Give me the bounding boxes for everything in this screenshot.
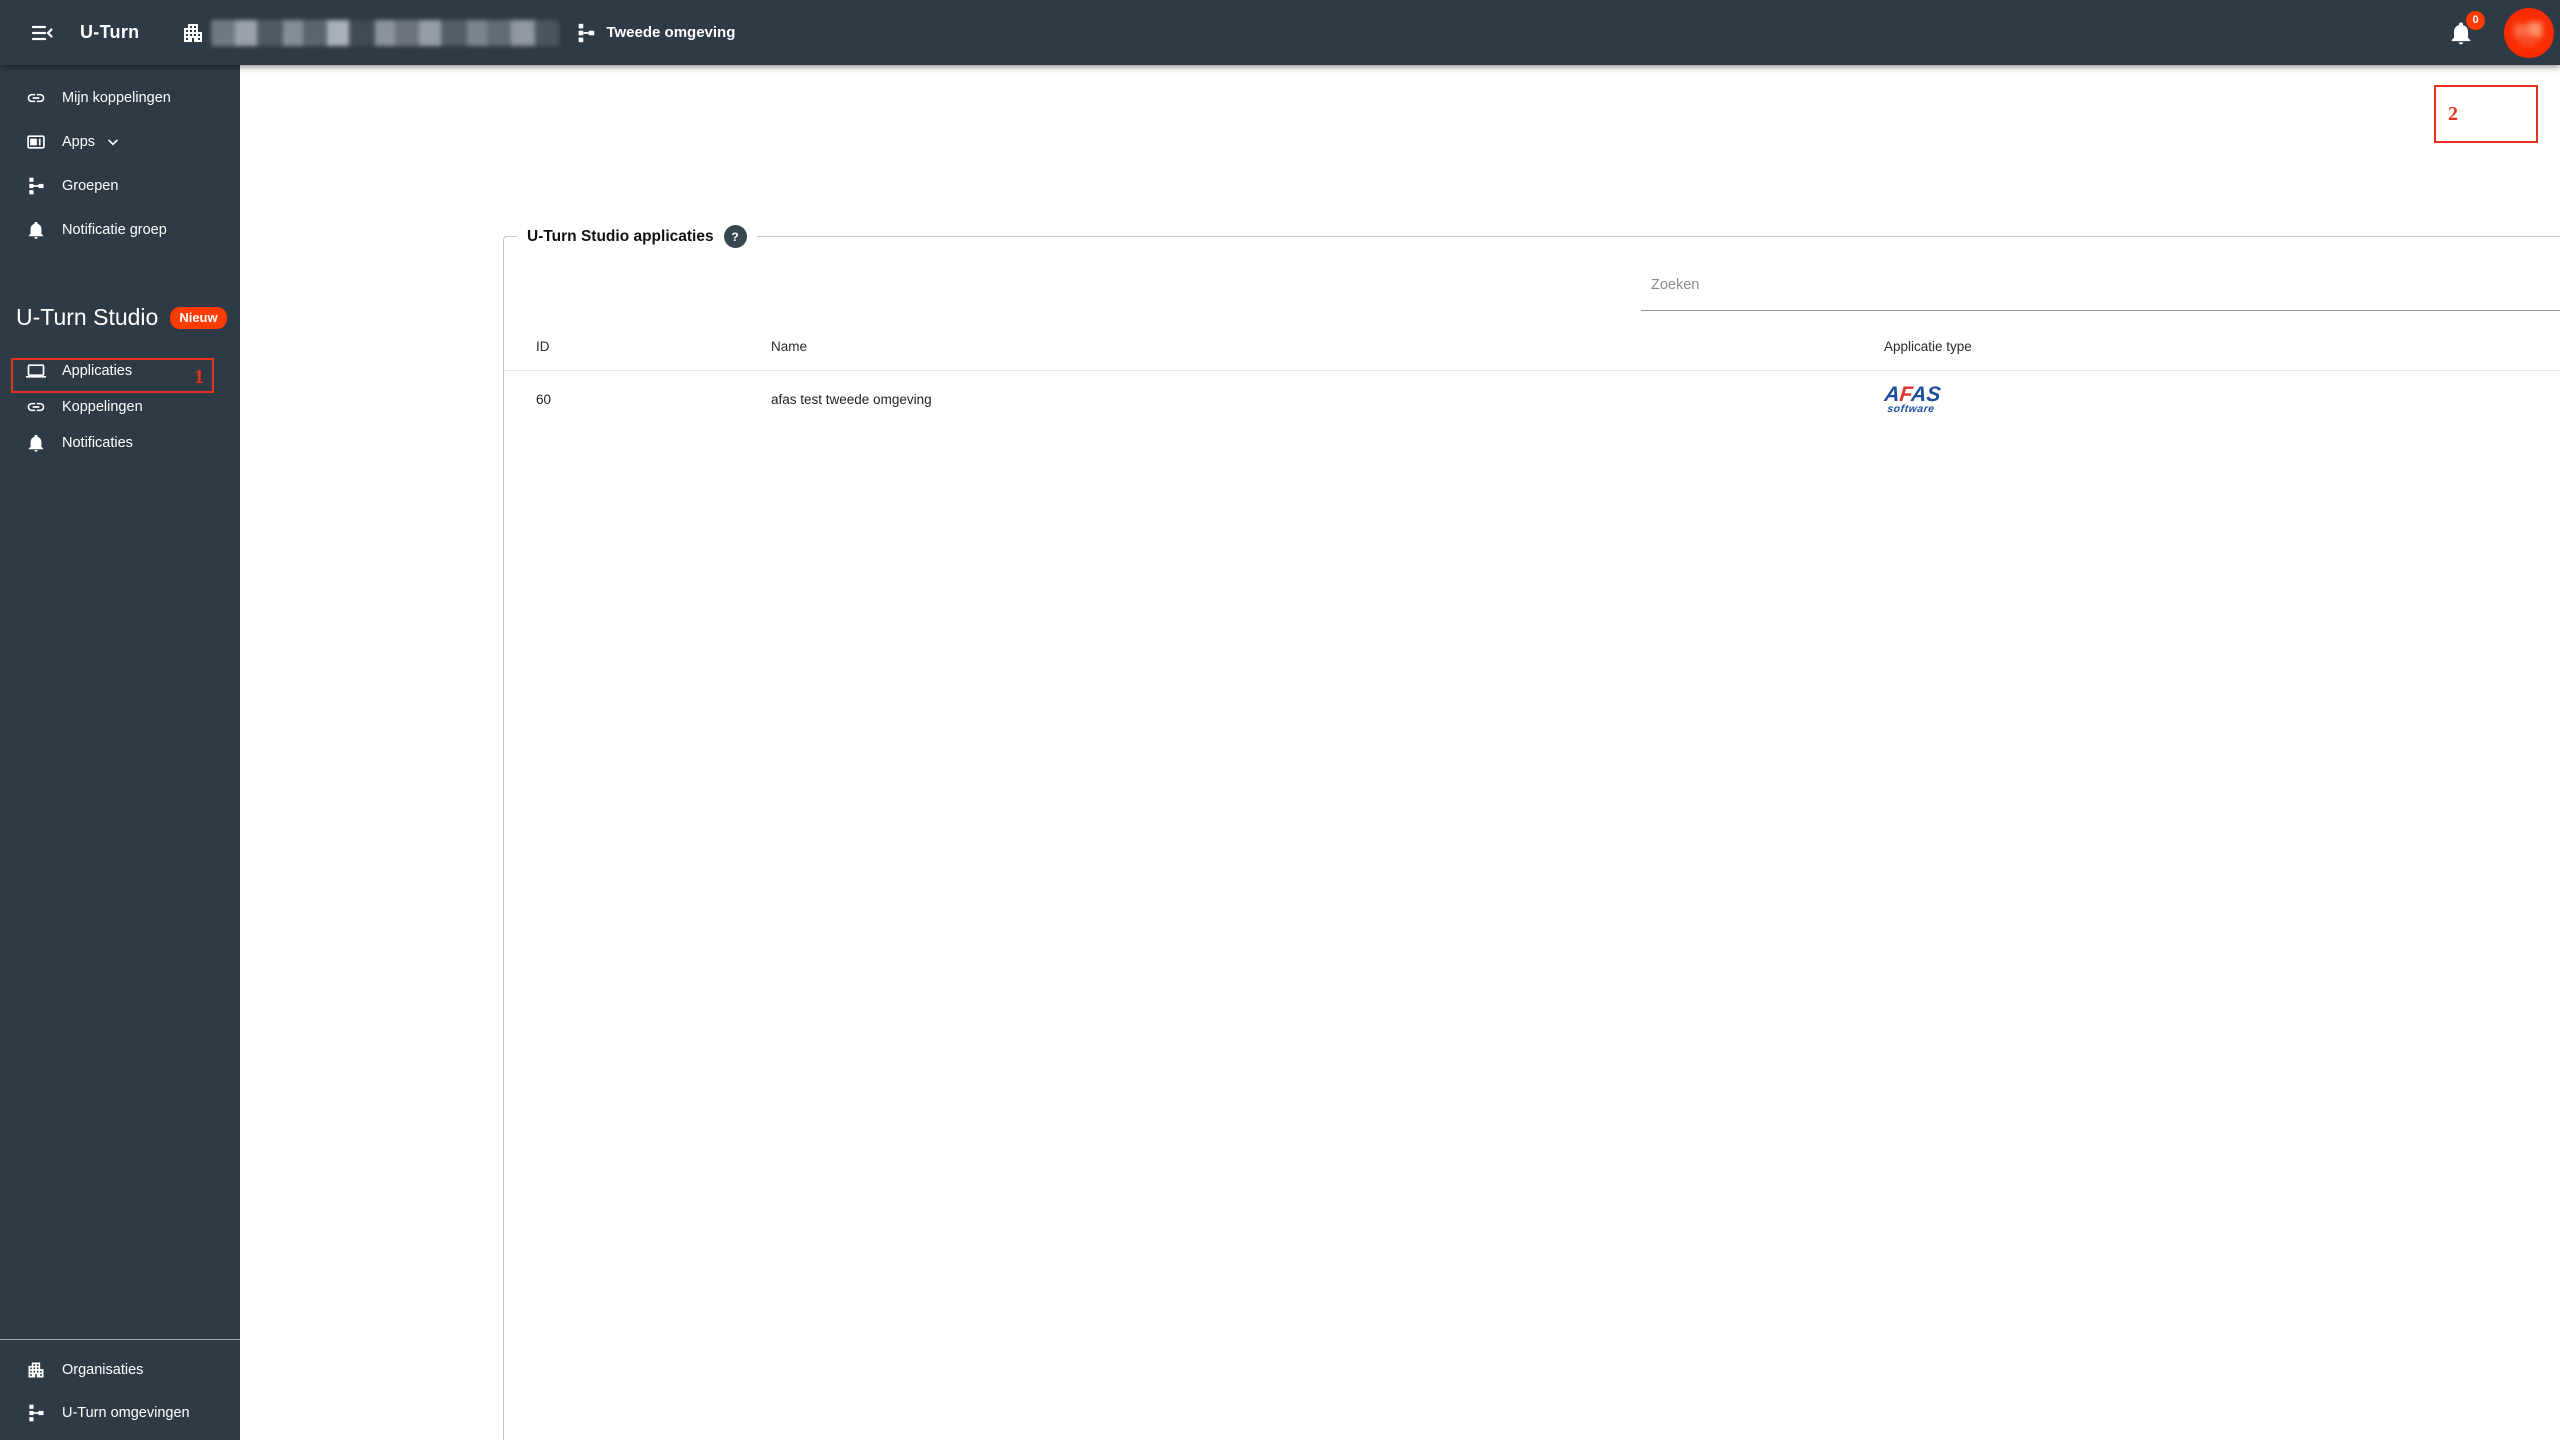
sidebar-item-label: U-Turn omgevingen: [62, 1404, 190, 1421]
cell-name: afas test tweede omgeving: [771, 392, 932, 407]
app-title: U-Turn: [80, 22, 140, 42]
studio-list: Applicaties Koppelingen Notificaties: [0, 353, 240, 461]
help-icon[interactable]: ?: [723, 225, 747, 248]
sidebar-item-label: Mijn koppelingen: [62, 90, 171, 106]
organization-group[interactable]: [181, 19, 560, 46]
sidebar-item-organisaties[interactable]: Organisaties: [0, 1348, 240, 1391]
notifications-button[interactable]: 0: [2448, 10, 2485, 46]
environment-group[interactable]: Tweede omgeving: [575, 22, 735, 44]
environment-label: Tweede omgeving: [606, 24, 736, 41]
applications-panel: U-Turn Studio applicaties ? ✕ ID Name Ap…: [503, 225, 2560, 1440]
sidebar: Mijn koppelingen Apps Groepen Notificati…: [0, 65, 240, 1440]
app-bar: U-Turn Tweede omgeving 0: [0, 0, 2560, 65]
laptop-icon: [26, 364, 46, 378]
sidebar-item-label: Organisaties: [62, 1361, 144, 1378]
studio-heading-label: U-Turn Studio: [16, 304, 159, 330]
applications-table: ID Name Applicatie type 60 afas test twe…: [504, 322, 2560, 428]
sidebar-item-applicaties[interactable]: Applicaties: [0, 353, 240, 389]
header-name: Name: [771, 338, 808, 354]
building-icon: [28, 1362, 44, 1377]
sidebar-item-label: Notificaties: [62, 435, 133, 451]
sidebar-item-groepen[interactable]: Groepen: [0, 164, 240, 208]
sidebar-item-uturn-omgevingen[interactable]: U-Turn omgevingen: [0, 1391, 240, 1434]
afas-logo: AFAS software: [1883, 383, 1942, 415]
link-icon: [27, 93, 45, 103]
bell-icon: [28, 434, 44, 452]
header-id: ID: [536, 338, 550, 354]
search-input[interactable]: [1641, 261, 2560, 311]
menu-open-icon[interactable]: [28, 19, 56, 47]
panel-legend: U-Turn Studio applicaties ?: [517, 225, 757, 248]
sidebar-item-mijn-koppelingen[interactable]: Mijn koppelingen: [0, 76, 240, 120]
nieuw-badge: Nieuw: [170, 306, 227, 329]
sidebar-item-notificatie-groep[interactable]: Notificatie groep: [0, 208, 240, 252]
avatar[interactable]: [2504, 7, 2554, 58]
hierarchy-icon: [29, 1404, 44, 1421]
main-content: U-Turn Studio applicaties ? ✕ ID Name Ap…: [240, 65, 2560, 1440]
header-applicatie-type: Applicatie type: [1884, 338, 1972, 354]
notification-count-badge: 0: [2466, 10, 2485, 30]
sidebar-item-label: Notificatie groep: [62, 222, 167, 238]
sidebar-item-koppelingen[interactable]: Koppelingen: [0, 389, 240, 425]
sidebar-item-notificaties[interactable]: Notificaties: [0, 425, 240, 461]
sidebar-item-label: Groepen: [62, 178, 119, 194]
organization-name-blurred: [211, 19, 560, 46]
sidebar-item-label: Apps: [62, 134, 96, 150]
table-row[interactable]: 60 afas test tweede omgeving AFAS softwa…: [504, 371, 2560, 428]
hierarchy-icon: [29, 177, 44, 195]
apps-icon: [27, 135, 45, 149]
cell-id: 60: [536, 392, 552, 407]
environment-hierarchy-icon: [579, 23, 595, 42]
sidebar-item-apps[interactable]: Apps: [0, 120, 240, 164]
table-header-row: ID Name Applicatie type: [504, 322, 2560, 371]
studio-section-heading: U-Turn Studio Nieuw: [0, 304, 240, 331]
sidebar-item-label: Koppelingen: [62, 399, 143, 415]
sidebar-main-list: Mijn koppelingen Apps Groepen Notificati…: [0, 76, 240, 252]
search-row: ✕: [1641, 261, 2560, 311]
cell-applicatie-type: AFAS software: [1883, 383, 2560, 415]
chevron-down-icon: [108, 139, 118, 146]
panel-title: U-Turn Studio applicaties: [527, 227, 714, 245]
sidebar-footer: Organisaties U-Turn omgevingen: [0, 1339, 240, 1440]
sidebar-item-label: Applicaties: [62, 363, 133, 379]
bell-icon: [28, 221, 44, 239]
building-icon: [184, 23, 203, 42]
link-icon: [27, 402, 45, 412]
